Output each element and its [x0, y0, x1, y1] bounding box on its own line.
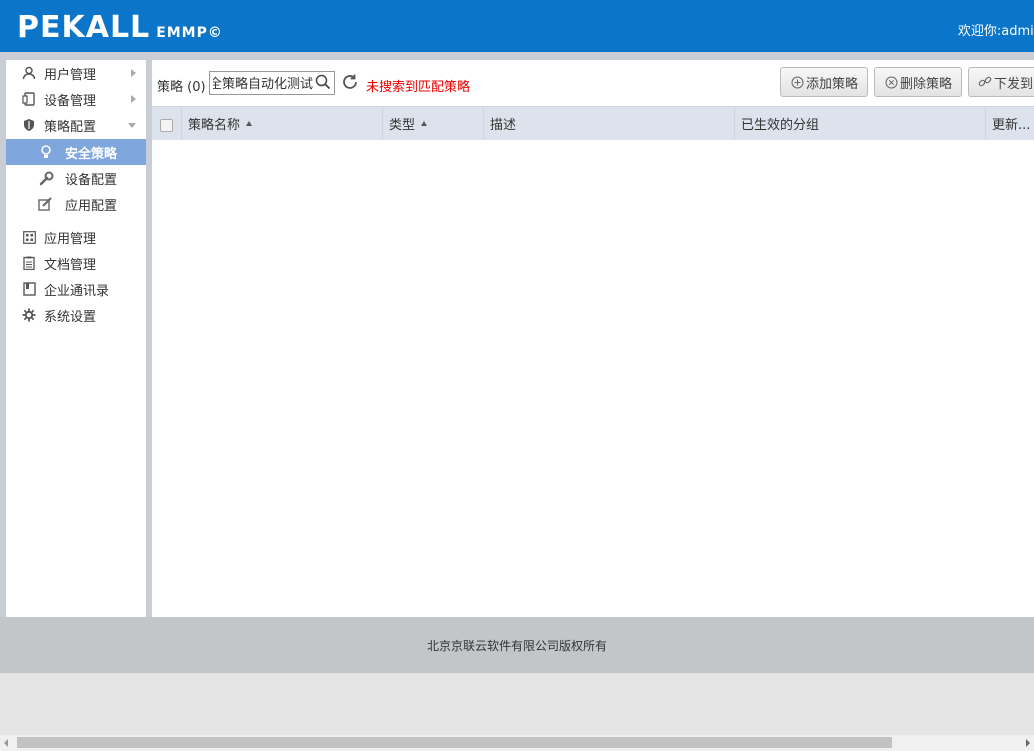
close-circle-icon — [884, 75, 898, 89]
sidebar-item-documents[interactable]: 文档管理 — [6, 250, 146, 276]
document-icon — [21, 255, 37, 271]
sidebar-subitem-label: 设备配置 — [65, 172, 118, 188]
sidebar-item-policy[interactable]: 策略配置 — [6, 112, 146, 138]
sidebar-item-label: 应用管理 — [44, 231, 97, 247]
scrollbar-thumb[interactable] — [17, 737, 892, 748]
dispatch-label: 下发到 — [994, 76, 1034, 92]
sidebar-item-users[interactable]: 用户管理 — [6, 60, 146, 86]
column-header-description[interactable]: 描述 — [483, 107, 734, 140]
scroll-left-icon[interactable] — [4, 739, 8, 747]
search-icon[interactable] — [315, 74, 331, 90]
column-header-type[interactable]: 类型 — [382, 107, 483, 140]
scroll-right-icon[interactable] — [1026, 739, 1030, 747]
apps-grid-icon — [21, 229, 37, 245]
horizontal-scrollbar[interactable] — [0, 735, 1034, 751]
plus-circle-icon — [790, 75, 804, 89]
policy-count-label: 策略 (0) — [157, 80, 206, 95]
copyright-text: 北京京联云软件有限公司版权所有 — [426, 638, 607, 653]
chevron-right-icon — [131, 69, 136, 77]
page-background — [0, 673, 1034, 735]
sidebar-item-label: 系统设置 — [44, 309, 97, 325]
select-all-cell — [152, 107, 181, 140]
lightbulb-icon — [38, 144, 54, 160]
sidebar-item-label: 设备管理 — [44, 93, 97, 109]
gear-icon — [21, 307, 37, 323]
logo-sub-text: EMMP© — [156, 25, 223, 41]
sidebar-subitem-app-config[interactable]: 应用配置 — [6, 191, 146, 217]
sidebar-item-label: 文档管理 — [44, 257, 97, 273]
column-header-active-groups[interactable]: 已生效的分组 — [734, 107, 985, 140]
address-book-icon — [21, 281, 37, 297]
welcome-user[interactable]: 欢迎你:admin — [958, 20, 1034, 39]
column-header-updated[interactable]: 更新... — [985, 107, 1034, 140]
logo: PEKALL EMMP© — [17, 8, 223, 44]
sidebar-item-apps[interactable]: 应用管理 — [6, 224, 146, 250]
chevron-right-icon — [131, 95, 136, 103]
main-panel: 策略 (0) 未搜索到匹配策略 添加策略 删除策略 — [152, 60, 1034, 617]
chevron-down-icon — [128, 123, 136, 128]
footer: 北京京联云软件有限公司版权所有 — [0, 617, 1034, 673]
refresh-icon[interactable] — [341, 73, 359, 91]
add-policy-button[interactable]: 添加策略 — [780, 67, 868, 97]
top-header: PEKALL EMMP© 欢迎你:admin — [0, 0, 1034, 52]
sort-asc-icon — [246, 121, 253, 126]
sidebar-item-devices[interactable]: 设备管理 — [6, 86, 146, 112]
wrench-icon — [38, 170, 54, 186]
device-icon — [21, 91, 37, 107]
sidebar-item-system-settings[interactable]: 系统设置 — [6, 302, 146, 328]
toolbar: 策略 (0) 未搜索到匹配策略 添加策略 删除策略 — [152, 60, 1034, 106]
sidebar-subitem-label: 安全策略 — [65, 146, 118, 162]
sidebar: 用户管理 设备管理 策略配置 安全策略 设备配置 应用配置 应用管理 文档管理 … — [6, 60, 146, 617]
column-header-name[interactable]: 策略名称 — [181, 107, 382, 140]
table-header: 策略名称 类型 描述 已生效的分组 更新... — [152, 106, 1034, 140]
user-icon — [21, 65, 37, 81]
sidebar-subitem-label: 应用配置 — [65, 198, 118, 214]
logo-main-text: PEKALL — [17, 10, 151, 45]
sidebar-subitem-security-policy[interactable]: 安全策略 — [6, 139, 146, 165]
sidebar-item-label: 策略配置 — [44, 119, 97, 135]
dispatch-button[interactable]: 下发到 — [968, 67, 1034, 97]
delete-policy-button[interactable]: 删除策略 — [874, 67, 962, 97]
add-policy-label: 添加策略 — [806, 76, 859, 92]
edit-icon — [38, 196, 54, 212]
select-all-checkbox[interactable] — [160, 119, 173, 132]
search-input[interactable] — [210, 72, 313, 92]
delete-policy-label: 删除策略 — [900, 76, 953, 92]
sidebar-item-label: 企业通讯录 — [44, 283, 110, 299]
sidebar-subitem-device-config[interactable]: 设备配置 — [6, 165, 146, 191]
shield-icon — [21, 117, 37, 133]
sort-asc-icon — [421, 121, 428, 126]
sidebar-item-contacts[interactable]: 企业通讯录 — [6, 276, 146, 302]
link-icon — [978, 75, 992, 89]
search-box — [209, 71, 335, 95]
sidebar-item-label: 用户管理 — [44, 67, 97, 83]
no-result-message: 未搜索到匹配策略 — [366, 80, 471, 95]
